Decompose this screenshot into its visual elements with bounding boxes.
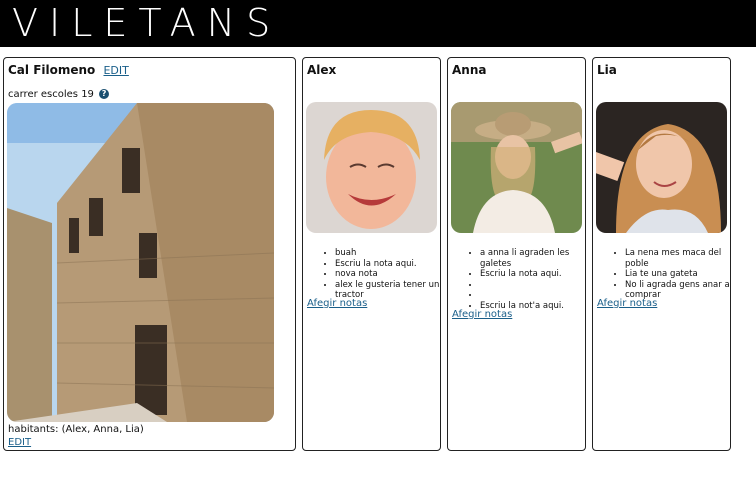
person-name: Alex (307, 63, 337, 77)
person-card-lia: Lia La nena mes maca del poble Lia te un… (592, 57, 731, 451)
note-item: a anna li agraden les galetes (480, 248, 585, 269)
notes-list: buah Escriu la nota aqui. nova nota alex… (307, 248, 440, 301)
person-name: Lia (597, 63, 617, 77)
house-photo (7, 103, 274, 422)
residents-text: habitants: (Alex, Anna, Lia) (8, 424, 144, 435)
person-photo-lia (596, 102, 727, 233)
note-item: Escriu la nota aqui. (480, 269, 585, 280)
note-item: nova nota (335, 269, 440, 280)
note-item (480, 290, 585, 301)
brand-logo: VILETANS (12, 1, 282, 45)
person-card-anna: Anna a anna li agraden les galetes Escri… (447, 57, 586, 451)
address-row: carrer escoles 19 ? (8, 89, 110, 100)
note-item: La nena mes maca del poble (625, 248, 730, 269)
add-notes-link[interactable]: Afegir notas (452, 309, 512, 320)
house-title: Cal Filomeno (8, 63, 96, 77)
person-card-alex: Alex buah Escriu la nota aqui. nova nota… (302, 57, 441, 451)
question-circle-icon[interactable]: ? (99, 89, 110, 99)
person-photo-alex (306, 102, 437, 233)
note-item: buah (335, 248, 440, 259)
address-text: carrer escoles 19 (8, 89, 94, 100)
note-item (480, 280, 585, 291)
note-item: Lia te una gateta (625, 269, 730, 280)
notes-list: a anna li agraden les galetes Escriu la … (452, 248, 585, 311)
house-card: Cal Filomeno EDIT carrer escoles 19 ? ha… (3, 57, 296, 451)
add-notes-link[interactable]: Afegir notas (597, 298, 657, 309)
note-item: Escriu la nota aqui. (335, 259, 440, 270)
notes-list: La nena mes maca del poble Lia te una ga… (597, 248, 730, 301)
add-notes-link[interactable]: Afegir notas (307, 298, 367, 309)
edit-house-link[interactable]: EDIT (103, 64, 128, 77)
house-title-row: Cal Filomeno EDIT (8, 63, 129, 77)
person-photo-anna (451, 102, 582, 233)
edit-residents-link[interactable]: EDIT (8, 437, 31, 448)
person-name: Anna (452, 63, 487, 77)
top-bar: VILETANS (0, 0, 756, 47)
